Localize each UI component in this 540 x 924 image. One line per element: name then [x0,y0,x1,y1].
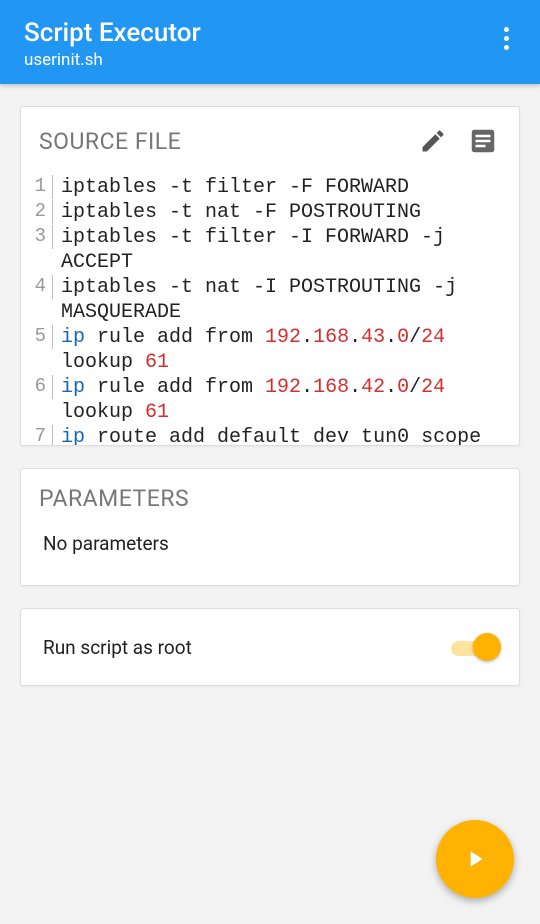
run-fab[interactable] [436,820,514,898]
source-title: SOURCE FILE [39,128,401,155]
list-icon[interactable] [465,123,501,159]
source-card: SOURCE FILE 1iptables -t filter -F FORWA… [20,106,520,446]
parameters-empty: No parameters [21,522,519,585]
line-number: 7 [31,425,53,445]
line-text: ip rule add from 192.168.43.0/24 lookup … [53,325,507,375]
line-text: iptables -t filter -I FORWARD -j ACCEPT [53,225,507,275]
code-line: 6ip rule add from 192.168.42.0/24 lookup… [31,375,507,425]
line-number: 6 [31,375,53,399]
run-as-root-toggle[interactable] [451,633,497,661]
edit-icon[interactable] [415,123,451,159]
line-text: iptables -t nat -F POSTROUTING [53,200,507,225]
parameters-header: PARAMETERS [21,469,519,522]
more-menu-button[interactable] [492,18,520,58]
code-line: 1iptables -t filter -F FORWARD [31,175,507,200]
line-text: ip route add default dev tun0 scope [53,425,507,445]
source-header: SOURCE FILE [21,107,519,169]
appbar-subtitle: userinit.sh [24,50,201,70]
code-line: 7ip route add default dev tun0 scope [31,425,507,445]
content: SOURCE FILE 1iptables -t filter -F FORWA… [0,84,540,686]
root-card: Run script as root [20,608,520,686]
code-line: 4iptables -t nat -I POSTROUTING -j MASQU… [31,275,507,325]
line-text: iptables -t nat -I POSTROUTING -j MASQUE… [53,275,507,325]
line-text: iptables -t filter -F FORWARD [53,175,507,200]
line-number: 2 [31,200,53,224]
parameters-title: PARAMETERS [39,485,501,512]
appbar: Script Executor userinit.sh [0,0,540,84]
code-line: 3iptables -t filter -I FORWARD -j ACCEPT [31,225,507,275]
code-area[interactable]: 1iptables -t filter -F FORWARD2iptables … [21,169,519,445]
line-number: 3 [31,225,53,249]
appbar-title: Script Executor [24,18,201,48]
line-number: 4 [31,275,53,299]
code-line: 2iptables -t nat -F POSTROUTING [31,200,507,225]
code-line: 5ip rule add from 192.168.43.0/24 lookup… [31,325,507,375]
parameters-card: PARAMETERS No parameters [20,468,520,586]
line-text: ip rule add from 192.168.42.0/24 lookup … [53,375,507,425]
line-number: 1 [31,175,53,199]
line-number: 5 [31,325,53,349]
run-as-root-label: Run script as root [43,636,451,659]
appbar-titles: Script Executor userinit.sh [24,18,201,70]
